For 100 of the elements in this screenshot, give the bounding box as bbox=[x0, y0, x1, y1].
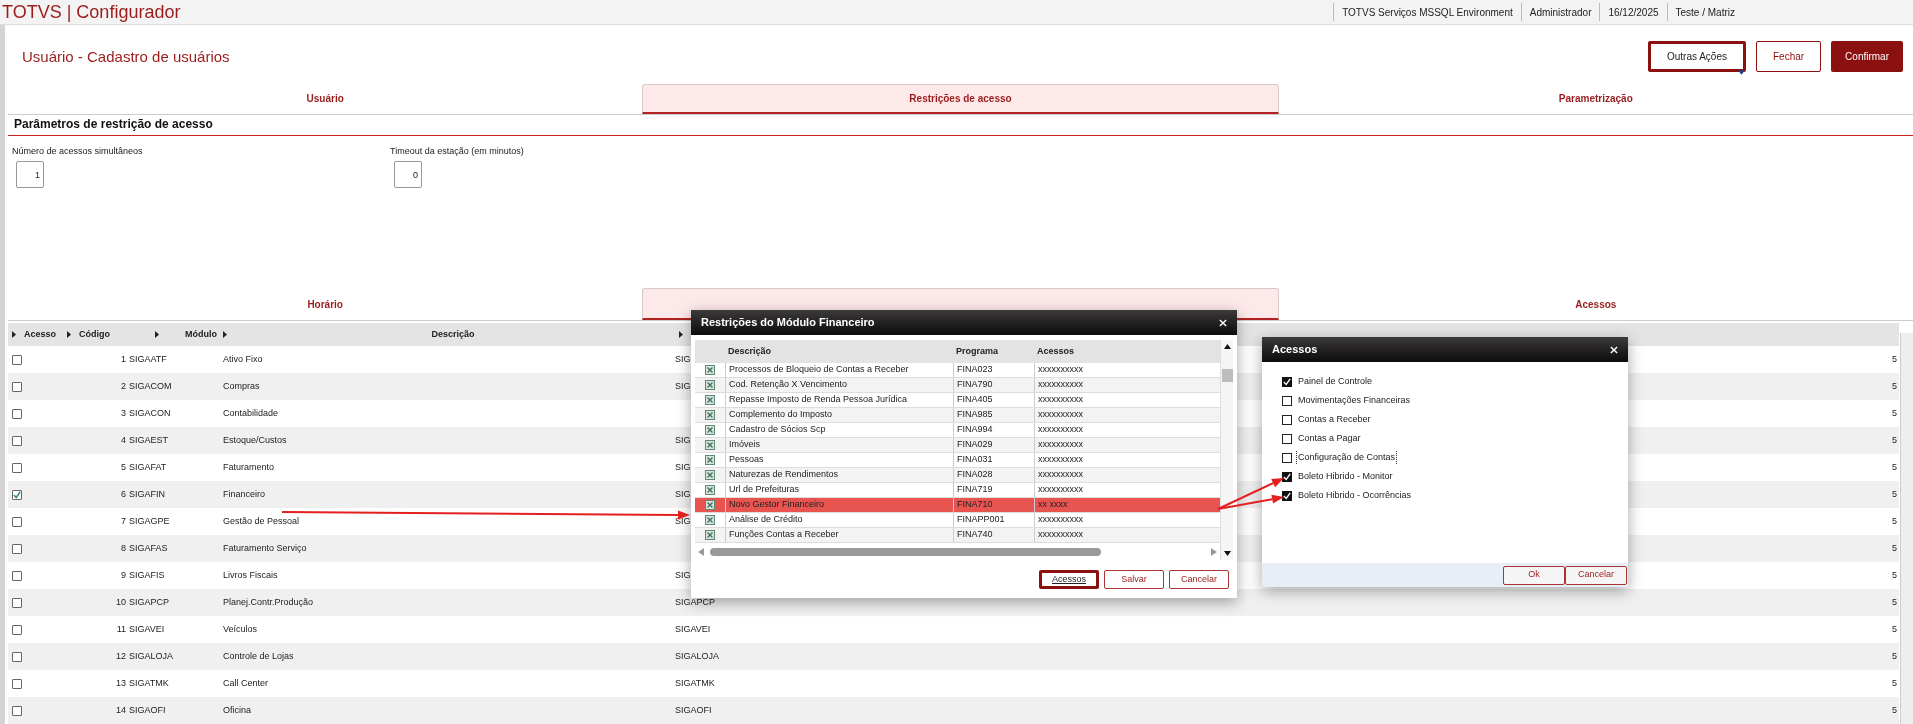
x-box-icon bbox=[705, 440, 715, 450]
table-cell: 5 bbox=[1892, 569, 1897, 580]
table-row[interactable]: Cadastro de Sócios Scp FINA994 xxxxxxxxxx bbox=[695, 423, 1220, 438]
column-header[interactable]: Código bbox=[79, 327, 110, 342]
app-title: TOTVS | Configurador bbox=[1, 0, 181, 24]
dialog-button[interactable]: Salvar bbox=[1104, 570, 1164, 589]
checkbox-label[interactable]: Contas a Receber bbox=[1296, 412, 1373, 427]
checkbox[interactable] bbox=[12, 651, 22, 662]
column-header[interactable]: Módulo bbox=[167, 327, 217, 342]
subtab[interactable]: Acessos bbox=[1278, 288, 1913, 320]
checkbox-label[interactable]: Configuração de Contas bbox=[1296, 450, 1398, 465]
table-row[interactable]: Url de Prefeituras FINA719 xxxxxxxxxx bbox=[695, 483, 1220, 498]
column-header[interactable]: Descrição bbox=[728, 345, 772, 356]
table-cell: Call Center bbox=[223, 677, 269, 688]
table-row[interactable]: Naturezas de Rendimentos FINA028 xxxxxxxxxx bbox=[695, 468, 1220, 483]
table-row[interactable]: Processos de Bloqueio de Contas a Receber FINA023 xxxxxxxxxx bbox=[695, 363, 1220, 378]
table-cell-text: 6 bbox=[121, 487, 127, 501]
table-cell: xxxxxxxxxx bbox=[1038, 528, 1083, 542]
table-cell: FINA719 bbox=[957, 483, 993, 497]
table-cell: 5 bbox=[1892, 407, 1897, 418]
checkbox-label[interactable]: Painel de Controle bbox=[1296, 374, 1375, 389]
table-row[interactable]: Funções Contas a Receber FINA740 xxxxxxxxxx bbox=[695, 528, 1220, 543]
table-cell-text: 8 bbox=[121, 541, 127, 555]
table-cell: Oficina bbox=[223, 704, 251, 715]
table-cell: SIGAVEI bbox=[129, 623, 165, 634]
table-cell: xxxxxxxxxx bbox=[1038, 453, 1083, 467]
table-cell: xxxxxxxxxx bbox=[1038, 408, 1083, 422]
table-cell: SIGAFIN bbox=[129, 488, 165, 499]
checkbox-label[interactable]: Boleto Hibrido - Ocorrências bbox=[1296, 488, 1414, 503]
table-cell: xxxxxxxxxx bbox=[1038, 438, 1083, 452]
checkbox[interactable] bbox=[12, 516, 22, 527]
checkbox[interactable] bbox=[1282, 452, 1292, 463]
checkbox[interactable] bbox=[12, 570, 22, 581]
checkbox[interactable] bbox=[12, 705, 22, 716]
table-cell: Ativo Fixo bbox=[223, 353, 263, 364]
dialog-button[interactable]: Cancelar bbox=[1169, 570, 1229, 589]
checkbox[interactable] bbox=[12, 597, 22, 608]
checkbox[interactable] bbox=[1282, 376, 1292, 387]
x-box-icon bbox=[705, 455, 715, 465]
checkbox[interactable] bbox=[1282, 414, 1292, 425]
header-info: Teste / Matriz bbox=[1666, 3, 1743, 21]
number-field[interactable]: 0 bbox=[394, 161, 422, 189]
table-cell-text: 14 bbox=[116, 703, 127, 717]
checkbox-label[interactable]: Contas a Pagar bbox=[1296, 431, 1363, 446]
header-info: 16/12/2025 bbox=[1599, 3, 1667, 21]
scrollbar[interactable] bbox=[1900, 333, 1913, 724]
table-row[interactable]: Pessoas FINA031 xxxxxxxxxx bbox=[695, 453, 1220, 468]
column-header[interactable]: Descrição bbox=[235, 327, 671, 342]
table-row[interactable]: Complemento do Imposto FINA985 xxxxxxxxxx bbox=[695, 408, 1220, 423]
actions-menu-button[interactable]: Outras Ações bbox=[1647, 41, 1746, 73]
sort-arrow-icon bbox=[12, 330, 16, 338]
column-header[interactable]: Programa bbox=[956, 345, 999, 356]
checkbox[interactable] bbox=[1282, 433, 1292, 444]
dialog-button[interactable]: Acessos bbox=[1039, 570, 1099, 589]
check-icon bbox=[1283, 472, 1291, 481]
checkbox[interactable] bbox=[12, 489, 22, 500]
check-icon bbox=[13, 490, 21, 499]
subtab[interactable]: Horário bbox=[8, 288, 643, 320]
confirm-button[interactable]: Confirmar bbox=[1831, 41, 1903, 73]
checkbox[interactable] bbox=[12, 435, 22, 446]
checkbox[interactable] bbox=[12, 543, 22, 554]
check-icon bbox=[1283, 491, 1291, 500]
checkbox[interactable] bbox=[12, 462, 22, 473]
tab[interactable]: Restrições de acesso bbox=[642, 83, 1279, 114]
checkbox[interactable] bbox=[1282, 471, 1292, 482]
table-cell: SIGAEST bbox=[129, 434, 168, 445]
scroll-right-icon bbox=[1211, 547, 1217, 556]
number-field[interactable]: 1 bbox=[16, 161, 44, 189]
close-button[interactable]: Fechar bbox=[1755, 41, 1822, 73]
table-row[interactable]: Imóveis FINA029 xxxxxxxxxx bbox=[695, 438, 1220, 453]
checkbox[interactable] bbox=[1282, 490, 1292, 501]
table-cell: Cod. Retenção X Vencimento bbox=[729, 378, 848, 392]
table-cell: 5 bbox=[1892, 623, 1897, 634]
checkbox[interactable] bbox=[12, 408, 22, 419]
checkbox[interactable] bbox=[12, 624, 22, 635]
table-cell: SIGAGPE bbox=[129, 515, 170, 526]
column-header[interactable]: Acessos bbox=[1037, 345, 1075, 356]
checkbox-label[interactable]: Movimentações Financeiras bbox=[1296, 393, 1413, 408]
table-cell: Faturamento Serviço bbox=[223, 542, 307, 553]
table-cell-text: 9 bbox=[121, 568, 127, 582]
table-row[interactable]: Análise de Crédito FINAPP001 xxxxxxxxxx bbox=[695, 513, 1220, 528]
checkbox[interactable] bbox=[12, 678, 22, 689]
checkbox-label[interactable]: Boleto Hibrido - Monitor bbox=[1296, 469, 1395, 484]
column-header[interactable]: Acesso bbox=[24, 327, 57, 342]
scrollbar-thumb[interactable] bbox=[1221, 369, 1233, 382]
tab[interactable]: Usuário bbox=[8, 83, 643, 114]
table-cell: xxxxxxxxxx bbox=[1038, 393, 1083, 407]
tab[interactable]: Parametrização bbox=[1278, 83, 1913, 114]
table-row[interactable]: Cod. Retenção X Vencimento FINA790 xxxxxxxxxx bbox=[695, 378, 1220, 393]
checkbox[interactable] bbox=[12, 381, 22, 392]
table-cell: SIGALOJA bbox=[675, 650, 719, 661]
dialog-button[interactable]: Cancelar bbox=[1565, 565, 1627, 585]
table-row[interactable]: Repasse Imposto de Renda Pessoa Jurídica FINA405 xxxxxxxxxx bbox=[695, 393, 1220, 408]
table-row[interactable]: Novo Gestor Financeiro FINA710 xx xxxx bbox=[695, 498, 1220, 513]
checkbox[interactable] bbox=[12, 354, 22, 365]
table-cell: Veículos bbox=[223, 623, 258, 634]
table-cell-text: 11 bbox=[116, 622, 127, 636]
checkbox[interactable] bbox=[1282, 395, 1292, 406]
dialog-button[interactable]: Ok bbox=[1503, 565, 1565, 585]
scrollbar-thumb[interactable] bbox=[710, 547, 1102, 556]
